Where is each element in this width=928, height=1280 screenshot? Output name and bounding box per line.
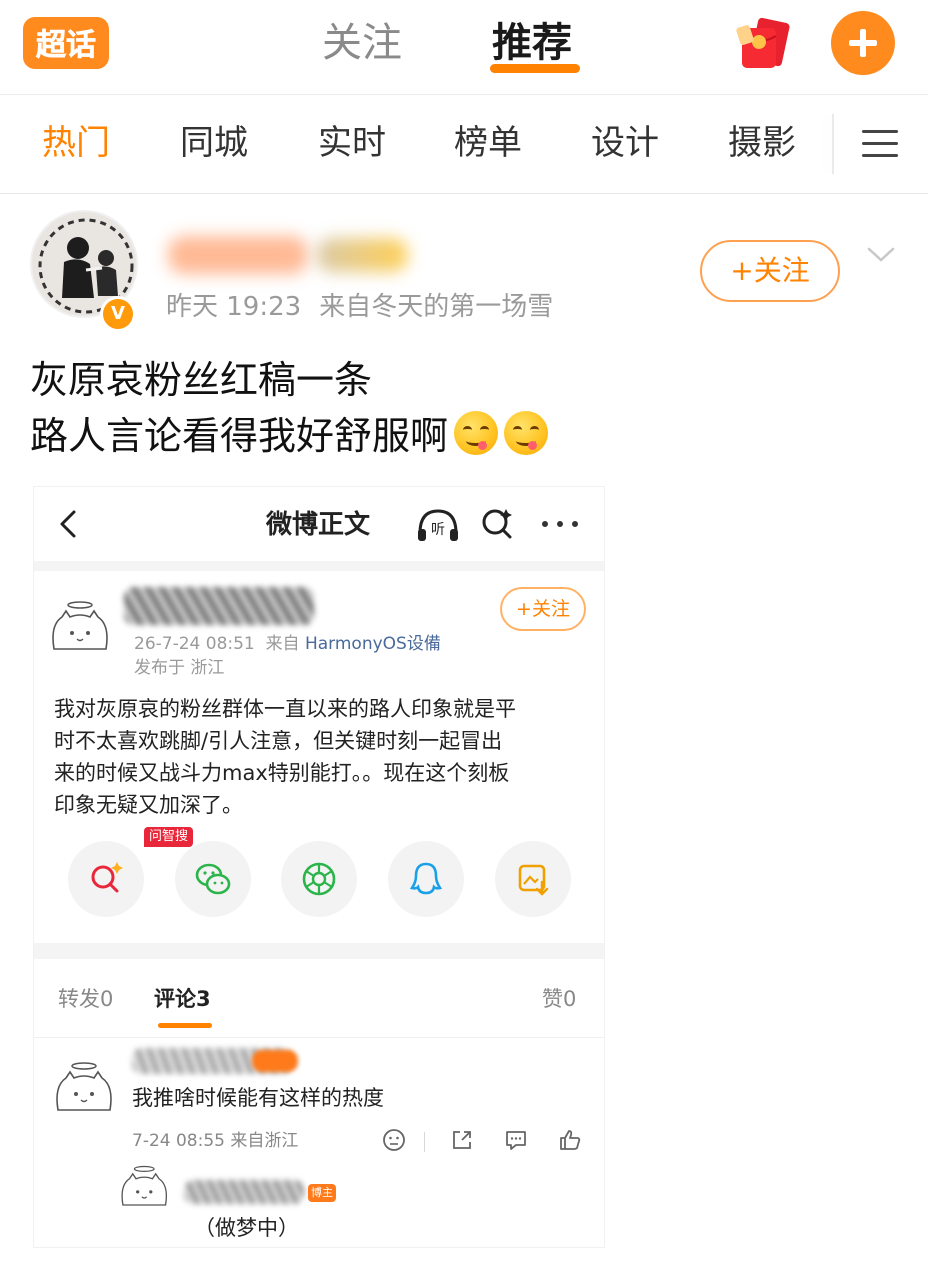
emotion-icon: [383, 1129, 405, 1151]
yummy-face-emoji: [504, 411, 549, 455]
wechat-icon: [175, 841, 251, 917]
original-post-card: +关注 26-7-24 08:51 来自 HarmonyOS设備 发布于 浙江 …: [34, 571, 604, 943]
blurred-username[interactable]: [168, 236, 308, 274]
cat-avatar: [48, 599, 112, 657]
blurred-user-tag: [316, 238, 408, 272]
logo-text: 超话: [36, 28, 96, 63]
comment-actions: [382, 1128, 592, 1154]
comment-2-text: （做梦中）: [194, 1216, 299, 1240]
action-separator: [424, 1132, 425, 1152]
post-line-2-text: 路人言论看得我好舒服啊: [30, 414, 449, 458]
source-prefix: 来自: [265, 634, 300, 654]
comment-1-location: 来自浙江: [230, 1131, 299, 1151]
top-header: 超话 关注 推荐: [0, 0, 928, 95]
screenshot-post-time: 26-7-24 08:51: [134, 634, 255, 654]
body-line-1: 我对灰原哀的粉丝群体一直以来的路人印象就是平: [54, 697, 516, 721]
category-nav: 热门 同城 实时 榜单 设计 摄影: [0, 96, 928, 194]
like-icon: [560, 1130, 581, 1150]
post-source: 来自冬天的第一场雪: [319, 292, 554, 322]
more-icon: [542, 521, 578, 529]
screenshot-title: 微博正文: [266, 510, 371, 540]
active-tab-indicator: [490, 64, 580, 73]
chevron-down-icon[interactable]: [866, 244, 896, 266]
ask-ai-badge: 问智搜: [144, 827, 194, 847]
chaohua-logo[interactable]: 超话: [22, 16, 110, 70]
category-ranking[interactable]: 榜单: [454, 120, 522, 166]
body-line-4: 印象无疑又加深了。: [54, 793, 243, 817]
category-photography[interactable]: 摄影: [728, 120, 796, 166]
blurred-reply-name: [184, 1180, 304, 1204]
body-line-3: 来的时候又战斗力max特别能打。。现在这个刻板: [54, 761, 510, 785]
verified-badge: V: [100, 296, 136, 332]
blurred-commenter-badge: [252, 1050, 298, 1072]
blurred-username: [124, 587, 314, 625]
screenshot-post-meta: 26-7-24 08:51 来自 HarmonyOS设備: [134, 633, 441, 655]
category-hot[interactable]: 热门: [42, 120, 110, 166]
embedded-screenshot[interactable]: 微博正文 听 +关注 26-7-24 08:51 来自 HarmonyOS设備 …: [34, 487, 604, 1247]
post-line-2: 路人言论看得我好舒服啊: [30, 408, 890, 464]
save-image-icon: [495, 841, 571, 917]
category-design[interactable]: 设计: [591, 120, 659, 166]
comment-1-meta: 7-24 08:55 来自浙江: [132, 1130, 298, 1152]
comment-1-text: 我推啥时候能有这样的热度: [132, 1086, 384, 1110]
back-arrow-icon: [56, 509, 80, 539]
share-row: 问智搜: [34, 827, 604, 925]
category-local[interactable]: 同城: [180, 120, 248, 166]
cat-avatar: [52, 1060, 116, 1118]
red-packet-icon[interactable]: [732, 12, 796, 72]
tab-repost: 转发0: [58, 987, 114, 1011]
follow-button[interactable]: +关注: [700, 240, 840, 302]
body-line-2: 时不太喜欢跳脚/引人注意，但关键时刻一起冒出: [54, 729, 503, 753]
yummy-face-emoji: [454, 411, 499, 455]
hamburger-menu-icon[interactable]: [862, 130, 898, 158]
comment-1-time: 7-24 08:55: [132, 1131, 225, 1151]
screenshot-follow-button: +关注: [500, 587, 586, 631]
screenshot-post-location: 发布于 浙江: [134, 658, 225, 678]
create-post-button[interactable]: [831, 11, 895, 75]
tab-likes: 赞0: [542, 987, 577, 1011]
screenshot-post-body: 我对灰原哀的粉丝群体一直以来的路人印象就是平 时不太喜欢跳脚/引人注意，但关键时…: [54, 693, 590, 821]
comments-tab-indicator: [158, 1023, 212, 1028]
qq-icon: [388, 841, 464, 917]
tab-follow[interactable]: 关注: [322, 16, 402, 70]
ai-search-share-button: 问智搜: [68, 827, 194, 917]
share-icon: [453, 1131, 471, 1149]
screenshot-tabs: 转发0 评论3 赞0: [34, 959, 604, 1037]
author-badge: 博主: [308, 1184, 336, 1202]
tab-recommend[interactable]: 推荐: [492, 16, 572, 70]
category-realtime[interactable]: 实时: [318, 120, 386, 166]
listen-label: 听: [431, 522, 445, 538]
listen-icon: 听: [416, 507, 460, 543]
tab-comments: 评论3: [154, 987, 211, 1011]
screenshot-post-source: HarmonyOS设備: [304, 634, 441, 654]
post-meta: 昨天 19:23 来自冬天的第一场雪: [166, 290, 553, 324]
post-time: 昨天 19:23: [166, 292, 302, 322]
screenshot-header: 微博正文 听: [34, 487, 604, 561]
ai-search-icon: [480, 507, 514, 541]
moments-icon: [281, 841, 357, 917]
post-text: 灰原哀粉丝红稿一条 路人言论看得我好舒服啊: [30, 352, 890, 464]
cat-avatar: [118, 1164, 170, 1212]
comment-icon: [506, 1131, 526, 1150]
post-line-1: 灰原哀粉丝红稿一条: [30, 358, 373, 402]
comment-list: 我推啥时候能有这样的热度 7-24 08:55 来自浙江 博主 （做梦中）: [34, 1037, 604, 1247]
nav-divider: [832, 114, 834, 174]
